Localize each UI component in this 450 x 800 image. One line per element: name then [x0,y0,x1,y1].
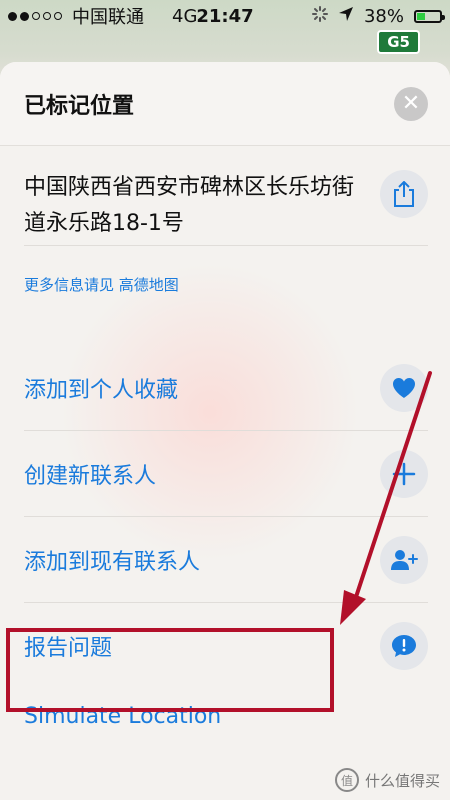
add-to-existing-contact-button[interactable] [380,535,428,584]
status-bar: 中国联通 4G 21:47 38% [0,0,450,32]
close-icon: ✕ [401,90,421,116]
add-to-favorites-row[interactable]: 添加到个人收藏 [24,345,428,431]
watermark-text: 什么值得买 [364,771,440,790]
address-divider [24,245,428,246]
address-text: 中国陕西省西安市碑林区长乐坊街道永乐路18-1号 [24,175,355,236]
highlight-box [6,628,334,712]
status-right: 38% [311,5,445,27]
battery-percent: 38% [363,5,404,27]
watermark-logo: 值 [334,768,359,792]
sheet-title: 已标记位置 [24,93,135,119]
share-icon [394,181,414,207]
share-button[interactable] [380,170,428,218]
heart-icon [393,377,415,398]
add-to-favorites-button[interactable] [380,363,428,412]
close-button[interactable]: ✕ [394,86,428,121]
address-row: 中国陕西省西安市碑林区长乐坊街道永乐路18-1号 [24,170,428,246]
location-arrow-icon [338,6,354,27]
create-new-contact-button[interactable] [380,449,428,498]
plus-icon [392,462,416,485]
status-time: 21:47 [196,5,254,27]
carrier-name: 中国联通 [72,7,144,28]
loading-spinner-icon [311,5,328,27]
report-issue-icon [392,634,416,657]
add-to-existing-contact-row[interactable]: 添加到现有联系人 [24,517,428,603]
watermark: 值 什么值得买 [334,768,440,792]
status-left: 中国联通 4G [8,3,197,29]
more-info-link[interactable]: 更多信息请见 高德地图 [24,274,179,295]
report-issue-button[interactable] [380,621,428,670]
add-contact-icon [391,549,418,570]
create-new-contact-row[interactable]: 创建新联系人 [24,431,428,517]
signal-strength-icon [8,11,62,21]
add-to-favorites-label: 添加到个人收藏 [24,377,179,403]
network-type: 4G [172,5,198,27]
battery-icon [414,9,445,23]
create-new-contact-label: 创建新联系人 [24,463,157,489]
sheet-header: 已标记位置 ✕ [0,62,450,146]
add-to-existing-contact-label: 添加到现有联系人 [24,549,201,575]
highway-badge: G5 [377,30,420,54]
